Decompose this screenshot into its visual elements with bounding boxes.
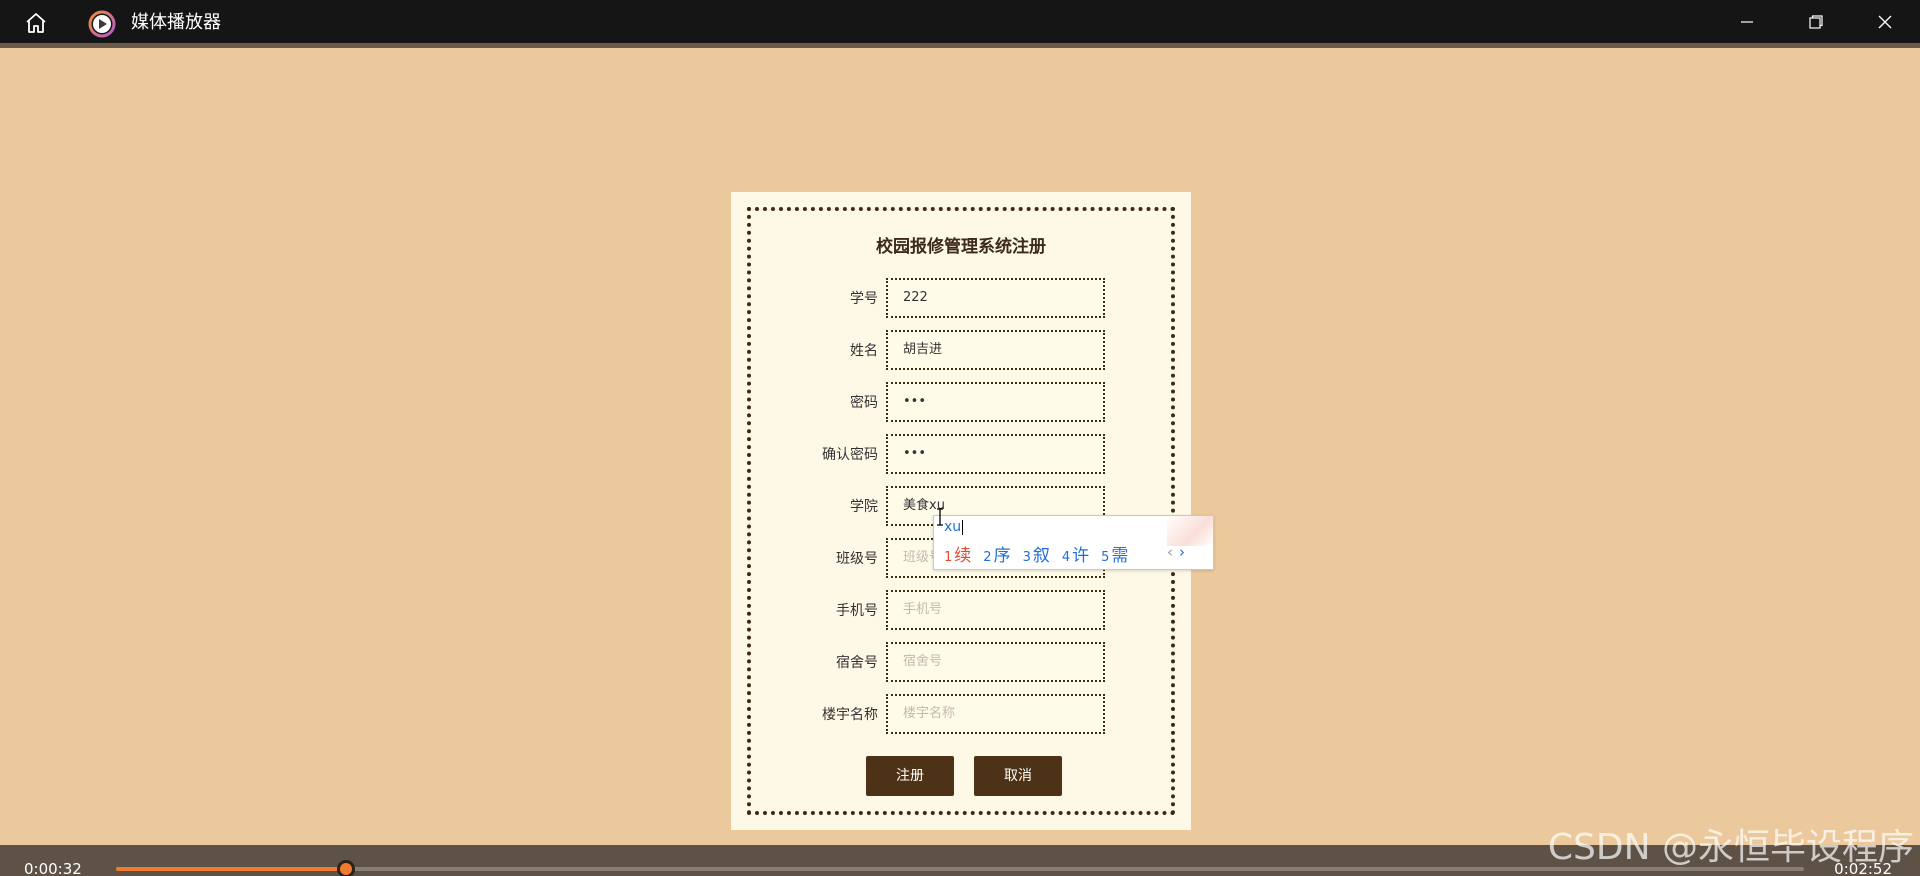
window-title: 媒体播放器 [131,12,221,33]
ime-next-page-icon[interactable]: › [1179,543,1185,561]
register-button[interactable]: 注册 [866,756,954,796]
minimize-icon [1741,20,1753,23]
ime-composition-text: xu [944,519,962,535]
cancel-button[interactable]: 取消 [974,756,1062,796]
student-id-input[interactable]: 222 [886,278,1105,318]
watermark: CSDN @永恒毕设程序 [1547,827,1914,868]
ime-decoration [1167,516,1213,546]
ime-candidate-list: 1续 2序 3叙 4许 5需 [944,541,1140,566]
ime-candidate-number: 1 [944,550,953,565]
ime-candidate-text: 续 [954,546,972,566]
form-title: 校园报修管理系统注册 [876,237,1046,257]
ime-candidate[interactable]: 1续 [944,541,971,566]
ime-candidate-text: 需 [1111,546,1129,566]
field-label: 密码 [850,395,878,411]
ime-candidate[interactable]: 5需 [1101,541,1128,566]
restore-icon [1809,14,1823,29]
field-label: 楼宇名称 [822,707,878,723]
ime-candidate-number: 2 [983,550,992,565]
ime-page-nav: ‹ › [1167,543,1185,561]
building-input[interactable]: 楼宇名称 [886,694,1105,734]
close-icon [1878,15,1892,28]
ime-candidate[interactable]: 3叙 [1023,541,1050,566]
home-icon [26,13,46,33]
field-row-phone: 手机号 手机号 [731,590,1191,630]
ime-candidate-text: 序 [993,546,1011,566]
registration-card: 校园报修管理系统注册 学号 222 姓名 胡吉进 密码 ••• 确认密码 •••… [731,192,1191,830]
seek-thumb[interactable] [336,860,355,876]
text-caret [962,519,964,535]
field-label: 手机号 [836,603,878,619]
title-bar: 媒体播放器 [0,0,1920,48]
field-label: 班级号 [836,551,878,567]
field-label: 学号 [850,291,878,307]
password-input[interactable]: ••• [886,382,1105,422]
field-row-confirm-password: 确认密码 ••• [731,434,1191,474]
dorm-input[interactable]: 宿舍号 [886,642,1105,682]
home-button[interactable] [20,9,52,37]
ime-candidate-window: xu 1续 2序 3叙 4许 5需 ‹ › [933,515,1214,570]
field-row-dorm: 宿舍号 宿舍号 [731,642,1191,682]
current-time: 0:00:32 [24,860,82,876]
field-row-password: 密码 ••• [731,382,1191,422]
ime-composition: xu [944,519,964,535]
ime-candidate-text: 叙 [1032,546,1050,566]
field-row-building: 楼宇名称 楼宇名称 [731,694,1191,734]
phone-input[interactable]: 手机号 [886,590,1105,630]
ime-candidate-text: 许 [1072,546,1090,566]
name-input[interactable]: 胡吉进 [886,330,1105,370]
ime-prev-page-icon[interactable]: ‹ [1167,543,1173,561]
minimize-button[interactable] [1712,0,1782,43]
ime-candidate[interactable]: 4许 [1062,541,1089,566]
seek-bar-played [116,867,346,871]
confirm-password-input[interactable]: ••• [886,434,1105,474]
ime-candidate-number: 5 [1101,550,1110,565]
ime-candidate[interactable]: 2序 [983,541,1010,566]
play-circle-icon [88,10,116,38]
field-row-student-id: 学号 222 [731,278,1191,318]
ime-candidate-number: 4 [1061,550,1071,565]
field-label: 姓名 [850,343,878,359]
field-row-name: 姓名 胡吉进 [731,330,1191,370]
text-cursor-icon [937,508,943,526]
restore-button[interactable] [1781,0,1851,43]
close-button[interactable] [1850,0,1920,43]
field-label: 确认密码 [822,447,878,463]
field-label: 学院 [850,499,878,515]
field-label: 宿舍号 [836,655,878,671]
ime-candidate-number: 3 [1022,550,1031,565]
